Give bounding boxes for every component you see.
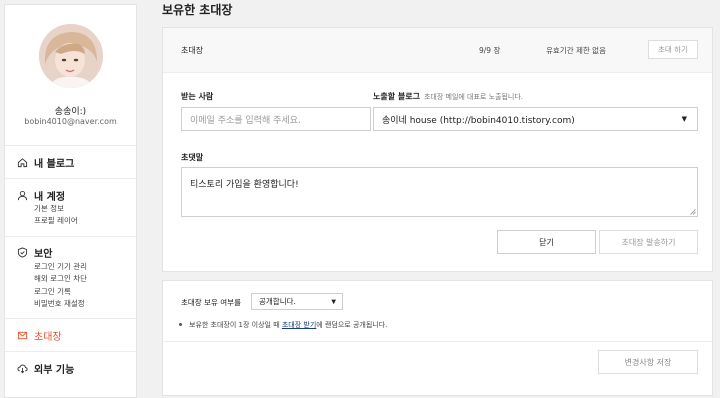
profile-photo (39, 24, 103, 88)
save-changes-button[interactable]: 변경사항 저장 (598, 350, 698, 374)
envelope-icon (17, 331, 28, 340)
divider (163, 341, 712, 342)
user-icon (17, 190, 28, 200)
blog-select-hint: 초대장 메일에 대표로 노출됩니다. (423, 93, 524, 101)
close-button[interactable]: 닫기 (497, 230, 596, 254)
recipient-email-input[interactable]: 이메일 주소를 입력해 주세요. (181, 107, 371, 131)
sidebar-subitem-login-history[interactable]: 로그인 기록 (34, 286, 136, 298)
invite-card-header: 초대장 9/9 장 유효기간 제한 없음 초대 하기 (163, 28, 712, 73)
ownership-select-value: 공개합니다. (259, 297, 296, 306)
ownership-note-after: 에 랜덤으로 공개됩니다. (316, 321, 388, 329)
profile-email: bobin4010@naver.com (24, 117, 117, 126)
sidebar-item-external[interactable]: 외부 기능 (17, 360, 136, 376)
sidebar-section-external: 외부 기능 (5, 352, 136, 384)
blog-select-label-text: 노출할 블로그 (373, 92, 420, 101)
ownership-select[interactable]: 공개합니다. ▼ (251, 293, 343, 310)
sidebar-section-blog: 내 블로그 (5, 146, 136, 179)
profile-nickname: 송송이:) (54, 107, 87, 117)
bullet-icon (179, 322, 182, 326)
cloud-download-icon (17, 364, 28, 374)
ownership-note-before: 보유한 초대장이 1장 이상일 때 (189, 321, 282, 329)
sidebar-item-label: 외부 기능 (34, 364, 75, 376)
recipient-label: 받는 사람 (181, 92, 214, 101)
sidebar-subitem-overseas-login-block[interactable]: 해외 로그인 차단 (34, 273, 136, 285)
invite-receive-link[interactable]: 초대장 받기 (282, 321, 316, 329)
sidebar-item-label: 초대장 (34, 331, 62, 343)
sidebar-item-account[interactable]: 내 계정 (17, 187, 136, 203)
message-label: 초댓말 (181, 153, 204, 162)
message-text: 티스토리 가입을 환영합니다! (190, 180, 299, 190)
shield-icon (17, 247, 28, 258)
sidebar-item-label: 내 블로그 (34, 158, 75, 170)
resize-handle-icon[interactable] (690, 209, 696, 215)
sidebar-subitem-device-management[interactable]: 로그인 기기 관리 (34, 261, 136, 273)
ownership-label: 초대장 보유 여부를 (181, 298, 241, 307)
recipient-email-placeholder: 이메일 주소를 입력해 주세요. (190, 115, 301, 126)
invite-count: 9/9 장 (479, 46, 501, 55)
invite-expiry: 유효기간 제한 없음 (546, 46, 606, 55)
sidebar-section-security: 보안 로그인 기기 관리 해외 로그인 차단 로그인 기록 비밀번호 재설정 (5, 237, 136, 320)
sidebar-menu: 내 블로그 내 계정 기본 정보 프로필 레이어 보안 로그인 기기 관리 해외… (5, 145, 136, 384)
blog-select-label: 노출할 블로그 초대장 메일에 대표로 노출됩니다. (373, 91, 523, 102)
ownership-note: 보유한 초대장이 1장 이상일 때 초대장 받기에 랜덤으로 공개됩니다. (179, 320, 387, 330)
invite-button[interactable]: 초대 하기 (648, 40, 698, 59)
sidebar: 송송이:) bobin4010@naver.com 내 블로그 내 계정 기본 … (4, 4, 137, 398)
blog-select[interactable]: 송이네 house (http://bobin4010.tistory.com)… (373, 107, 698, 131)
invite-card: 초대장 9/9 장 유효기간 제한 없음 초대 하기 받는 사람 이메일 주소를… (162, 27, 713, 272)
avatar[interactable] (39, 24, 103, 88)
home-icon (17, 157, 28, 167)
dropdown-arrow-icon: ▼ (331, 298, 336, 305)
sidebar-item-invite[interactable]: 초대장 (17, 327, 136, 343)
sidebar-item-security[interactable]: 보안 (17, 245, 136, 261)
sidebar-item-label: 보안 (34, 249, 53, 261)
page-title: 보유한 초대장 (162, 3, 233, 17)
invite-label: 초대장 (181, 46, 204, 55)
send-invite-button[interactable]: 초대장 발송하기 (599, 230, 698, 254)
sidebar-item-blog[interactable]: 내 블로그 (17, 154, 136, 170)
ownership-card: 초대장 보유 여부를 공개합니다. ▼ 보유한 초대장이 1장 이상일 때 초대… (162, 280, 713, 396)
sidebar-subitem-basic-info[interactable]: 기본 정보 (34, 203, 136, 215)
dropdown-arrow-icon: ▼ (681, 115, 687, 123)
sidebar-section-invite: 초대장 (5, 319, 136, 353)
sidebar-section-account: 내 계정 기본 정보 프로필 레이어 (5, 179, 136, 237)
message-textarea[interactable]: 티스토리 가입을 환영합니다! (181, 167, 698, 217)
sidebar-subitem-profile-layer[interactable]: 프로필 레이어 (34, 215, 136, 227)
blog-select-value: 송이네 house (http://bobin4010.tistory.com) (382, 115, 575, 126)
sidebar-subitem-password-reset[interactable]: 비밀번호 재설정 (34, 298, 136, 310)
sidebar-item-label: 내 계정 (34, 191, 66, 203)
